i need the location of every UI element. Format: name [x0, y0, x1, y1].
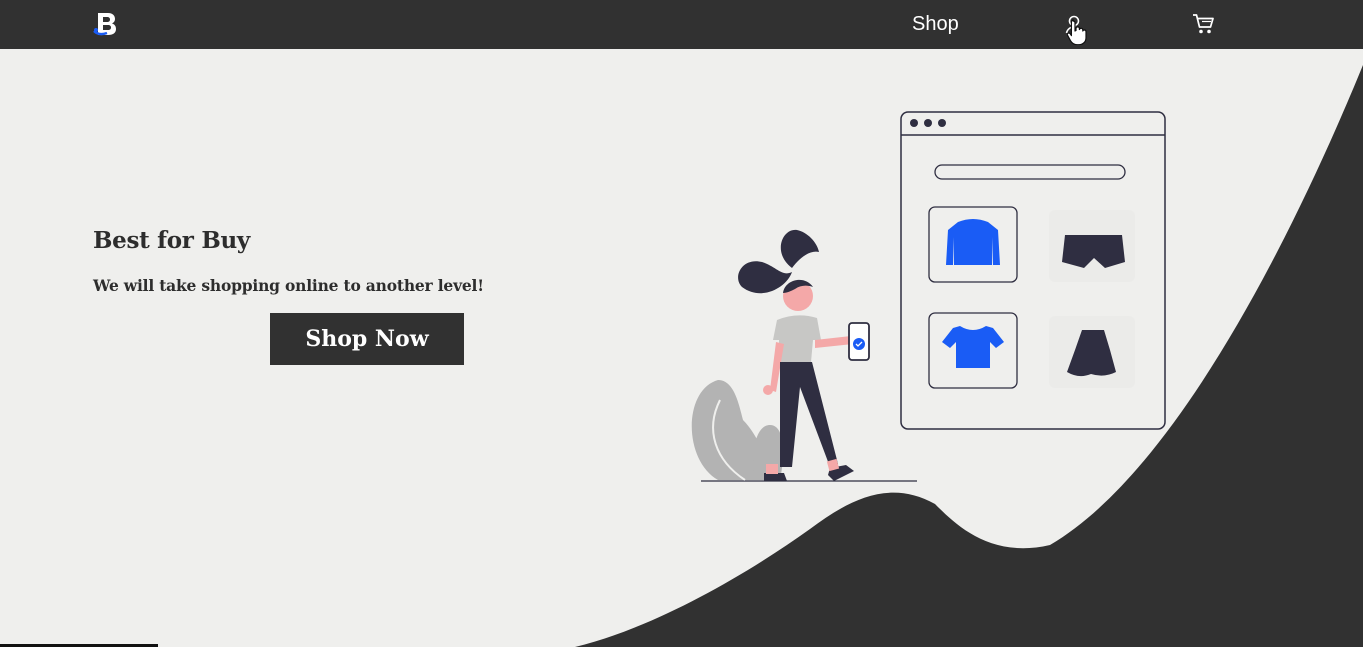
top-navbar: Shop	[0, 0, 1363, 49]
hero-title: Best for Buy	[93, 227, 250, 254]
sweater-icon	[946, 219, 1000, 265]
skirt-card	[1049, 316, 1135, 388]
nav-shop-link[interactable]: Shop	[912, 12, 959, 36]
hero-subtitle: We will take shopping online to another …	[93, 276, 484, 295]
shop-now-button[interactable]: Shop Now	[270, 313, 464, 365]
shorts-card	[1049, 210, 1135, 282]
cart-icon[interactable]	[1192, 13, 1216, 35]
online-shopping-illustration	[691, 111, 1166, 482]
hand-pointer-cursor-icon	[1067, 19, 1087, 45]
brand-logo-icon[interactable]	[93, 10, 119, 36]
